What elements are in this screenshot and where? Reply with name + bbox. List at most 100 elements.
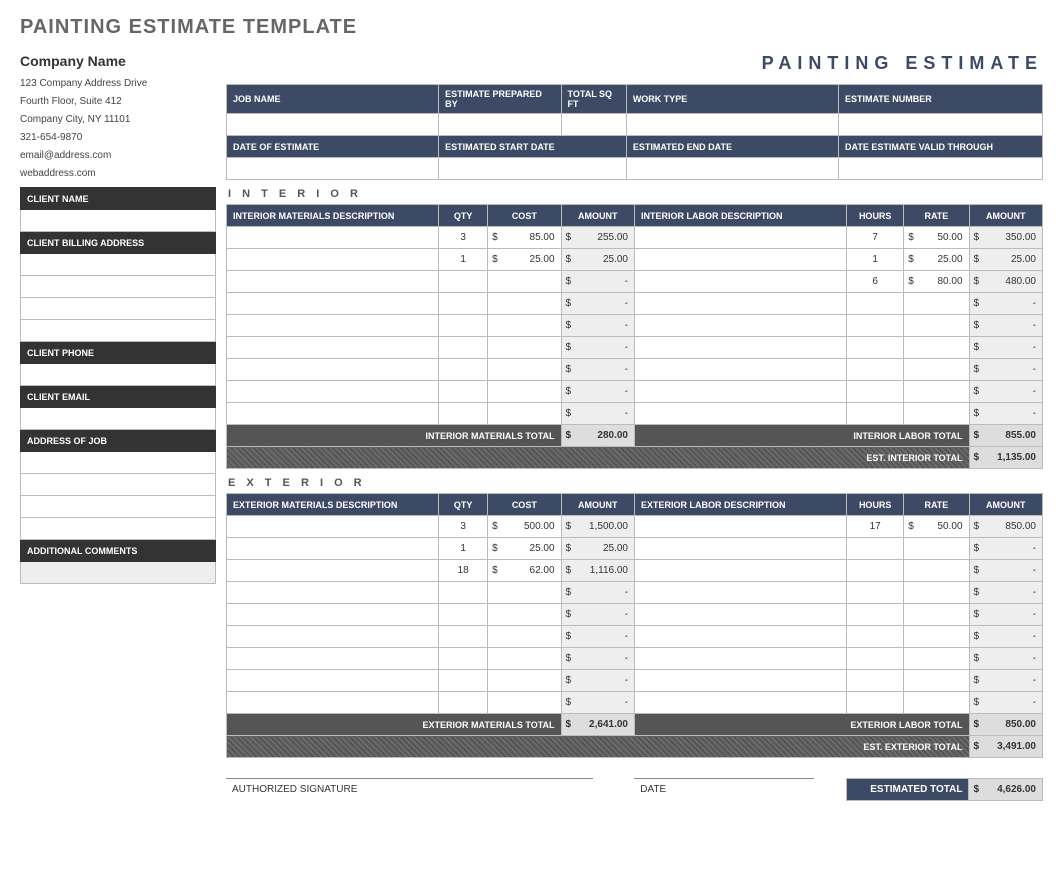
table-cell[interactable]: $50.00 <box>904 227 969 249</box>
table-cell[interactable] <box>439 271 488 293</box>
client-email-input[interactable] <box>21 408 216 430</box>
client-phone-input[interactable] <box>21 364 216 386</box>
table-cell[interactable] <box>439 582 488 604</box>
table-cell[interactable]: 17 <box>847 516 904 538</box>
client-billing-input[interactable] <box>21 254 216 276</box>
table-cell[interactable]: 6 <box>847 271 904 293</box>
table-cell[interactable] <box>227 516 439 538</box>
table-cell[interactable] <box>904 560 969 582</box>
table-cell[interactable] <box>904 604 969 626</box>
table-cell[interactable] <box>634 271 846 293</box>
table-cell[interactable] <box>488 293 561 315</box>
table-cell[interactable] <box>227 337 439 359</box>
table-cell[interactable]: $80.00 <box>904 271 969 293</box>
table-cell[interactable] <box>904 381 969 403</box>
valid-through-input[interactable] <box>838 158 1042 180</box>
comments-input[interactable] <box>21 562 216 584</box>
table-cell[interactable] <box>227 359 439 381</box>
table-cell[interactable] <box>847 560 904 582</box>
job-addr-input-4[interactable] <box>21 518 216 540</box>
table-cell[interactable] <box>439 359 488 381</box>
table-cell[interactable] <box>227 293 439 315</box>
table-cell[interactable] <box>227 227 439 249</box>
table-cell[interactable]: $62.00 <box>488 560 561 582</box>
table-cell[interactable] <box>847 315 904 337</box>
table-cell[interactable] <box>634 538 846 560</box>
table-cell[interactable] <box>847 337 904 359</box>
table-cell[interactable] <box>847 403 904 425</box>
table-cell[interactable] <box>439 670 488 692</box>
table-cell[interactable] <box>439 293 488 315</box>
table-cell[interactable] <box>488 648 561 670</box>
table-cell[interactable] <box>634 604 846 626</box>
table-cell[interactable] <box>488 381 561 403</box>
table-cell[interactable] <box>847 648 904 670</box>
table-cell[interactable]: $500.00 <box>488 516 561 538</box>
table-cell[interactable] <box>634 337 846 359</box>
table-cell[interactable] <box>904 692 969 714</box>
client-name-input[interactable] <box>21 210 216 232</box>
table-cell[interactable] <box>634 249 846 271</box>
table-cell[interactable] <box>227 626 439 648</box>
table-cell[interactable]: $25.00 <box>488 249 561 271</box>
table-cell[interactable] <box>439 403 488 425</box>
table-cell[interactable]: 1 <box>439 249 488 271</box>
table-cell[interactable] <box>634 403 846 425</box>
table-cell[interactable] <box>847 582 904 604</box>
table-cell[interactable] <box>488 271 561 293</box>
table-cell[interactable] <box>904 293 969 315</box>
table-cell[interactable] <box>439 648 488 670</box>
table-cell[interactable] <box>439 692 488 714</box>
client-billing-input-2[interactable] <box>21 276 216 298</box>
job-name-input[interactable] <box>227 114 439 136</box>
table-cell[interactable]: 1 <box>439 538 488 560</box>
table-cell[interactable] <box>904 582 969 604</box>
table-cell[interactable] <box>488 582 561 604</box>
table-cell[interactable] <box>439 315 488 337</box>
table-cell[interactable] <box>847 604 904 626</box>
table-cell[interactable] <box>488 670 561 692</box>
total-sqft-input[interactable] <box>561 114 626 136</box>
table-cell[interactable] <box>439 337 488 359</box>
table-cell[interactable] <box>634 227 846 249</box>
table-cell[interactable] <box>227 582 439 604</box>
table-cell[interactable] <box>634 692 846 714</box>
table-cell[interactable] <box>439 381 488 403</box>
table-cell[interactable] <box>634 626 846 648</box>
table-cell[interactable]: $85.00 <box>488 227 561 249</box>
table-cell[interactable] <box>847 293 904 315</box>
table-cell[interactable] <box>904 626 969 648</box>
table-cell[interactable]: $50.00 <box>904 516 969 538</box>
table-cell[interactable] <box>227 403 439 425</box>
table-cell[interactable] <box>904 670 969 692</box>
table-cell[interactable]: $25.00 <box>488 538 561 560</box>
table-cell[interactable] <box>439 604 488 626</box>
est-end-input[interactable] <box>626 158 838 180</box>
table-cell[interactable] <box>227 648 439 670</box>
job-addr-input-2[interactable] <box>21 474 216 496</box>
client-billing-input-3[interactable] <box>21 298 216 320</box>
table-cell[interactable] <box>904 403 969 425</box>
table-cell[interactable] <box>488 626 561 648</box>
table-cell[interactable] <box>488 403 561 425</box>
table-cell[interactable] <box>634 582 846 604</box>
work-type-input[interactable] <box>626 114 838 136</box>
job-addr-input-3[interactable] <box>21 496 216 518</box>
estimate-number-input[interactable] <box>838 114 1042 136</box>
table-cell[interactable] <box>227 670 439 692</box>
table-cell[interactable] <box>634 293 846 315</box>
table-cell[interactable] <box>904 337 969 359</box>
prepared-by-input[interactable] <box>439 114 561 136</box>
table-cell[interactable] <box>227 249 439 271</box>
job-addr-input[interactable] <box>21 452 216 474</box>
table-cell[interactable] <box>227 538 439 560</box>
table-cell[interactable] <box>488 359 561 381</box>
table-cell[interactable]: 18 <box>439 560 488 582</box>
table-cell[interactable]: 7 <box>847 227 904 249</box>
table-cell[interactable] <box>847 692 904 714</box>
table-cell[interactable] <box>634 560 846 582</box>
table-cell[interactable] <box>847 359 904 381</box>
table-cell[interactable] <box>488 604 561 626</box>
date-of-estimate-input[interactable] <box>227 158 439 180</box>
table-cell[interactable] <box>904 648 969 670</box>
